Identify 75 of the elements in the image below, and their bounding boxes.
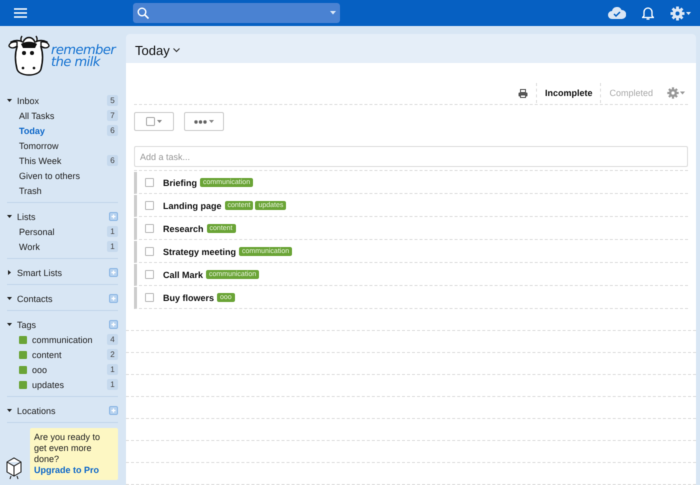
caret-icon <box>157 120 162 123</box>
search-icon <box>137 7 149 19</box>
count-badge: 2 <box>107 349 118 360</box>
task-name[interactable]: Briefing <box>163 178 198 188</box>
task-checkbox[interactable] <box>145 201 154 210</box>
sidebar-item[interactable]: This Week <box>19 156 102 166</box>
collapse-arrow-icon[interactable] <box>7 408 12 413</box>
settings-icon[interactable] <box>667 87 686 99</box>
task-checkbox[interactable] <box>145 270 154 279</box>
filter-tab[interactable]: Incomplete <box>536 83 602 103</box>
checkbox-icon <box>146 117 155 126</box>
box-mascot-icon <box>5 456 23 480</box>
caret-icon[interactable] <box>330 11 336 15</box>
task-checkbox[interactable] <box>145 224 154 233</box>
add-icon[interactable] <box>109 320 118 329</box>
task-checkbox[interactable] <box>145 247 154 256</box>
sidebar-item[interactable]: Today <box>19 126 102 136</box>
logo-text: the milk <box>51 57 102 69</box>
count-badge: 6 <box>107 155 118 166</box>
count-badge: 4 <box>107 334 118 345</box>
add-icon[interactable] <box>109 212 118 221</box>
task-checkbox[interactable] <box>145 293 154 302</box>
sidebar-item[interactable]: Work <box>19 242 102 252</box>
print-icon[interactable] <box>518 88 528 98</box>
promo-text: Are you ready to get even more done? <box>34 432 100 464</box>
task-name[interactable]: Strategy meeting <box>163 246 236 256</box>
task-name[interactable]: Research <box>163 224 204 234</box>
add-icon[interactable] <box>109 406 118 415</box>
chevron-down-icon[interactable] <box>172 48 180 53</box>
collapse-arrow-icon[interactable] <box>7 98 12 103</box>
task-name[interactable]: Landing page <box>163 200 222 210</box>
more-icon <box>194 120 207 124</box>
upgrade-link[interactable]: Upgrade to Pro <box>34 465 114 476</box>
sidebar-item[interactable]: Trash <box>19 186 118 196</box>
count-badge: 1 <box>107 241 118 252</box>
collapse-arrow-icon[interactable] <box>7 214 12 219</box>
cloud-check-icon[interactable] <box>608 7 626 19</box>
add-icon[interactable] <box>109 268 118 277</box>
count-badge: 1 <box>107 364 118 375</box>
sidebar-item[interactable]: communication <box>32 334 102 344</box>
settings-icon[interactable] <box>670 6 692 20</box>
section-header[interactable]: Tags <box>17 320 104 330</box>
sidebar-item[interactable]: All Tasks <box>19 110 102 120</box>
section-header[interactable]: Contacts <box>17 294 104 304</box>
caret-icon <box>209 120 214 123</box>
task-name[interactable]: Buy flowers <box>163 292 214 302</box>
collapse-arrow-icon[interactable] <box>7 296 12 301</box>
expand-arrow-icon[interactable] <box>7 270 12 275</box>
add-task-field[interactable]: Add a task... <box>134 146 688 167</box>
menu-icon[interactable] <box>14 8 27 18</box>
select-button[interactable] <box>134 112 174 131</box>
add-icon[interactable] <box>109 294 118 303</box>
count-badge: 7 <box>107 110 118 121</box>
section-header[interactable]: Smart Lists <box>17 268 104 278</box>
task-name[interactable]: Call Mark <box>163 270 204 280</box>
list-title[interactable]: Today <box>135 43 170 58</box>
section-header[interactable]: Lists <box>17 212 104 222</box>
count-badge: 5 <box>107 95 118 106</box>
bell-icon[interactable] <box>642 6 654 20</box>
search-field[interactable] <box>133 3 340 23</box>
count-badge: 1 <box>107 379 118 390</box>
sidebar-item[interactable]: Tomorrow <box>19 140 118 150</box>
task-checkbox[interactable] <box>145 178 154 187</box>
count-badge: 6 <box>107 125 118 136</box>
sidebar-item[interactable]: Personal <box>19 226 102 236</box>
section-header[interactable]: Locations <box>17 406 104 416</box>
sidebar-item[interactable]: content <box>32 350 102 360</box>
collapse-arrow-icon[interactable] <box>7 322 12 327</box>
section-header[interactable]: Inbox <box>17 96 102 106</box>
sidebar-item[interactable]: updates <box>32 380 102 390</box>
more-button[interactable] <box>184 112 224 131</box>
sidebar-item[interactable]: ooo <box>32 364 102 374</box>
count-badge: 1 <box>107 226 118 237</box>
logo-text: remember <box>51 45 116 57</box>
sidebar-item[interactable]: Given to others <box>19 170 118 180</box>
